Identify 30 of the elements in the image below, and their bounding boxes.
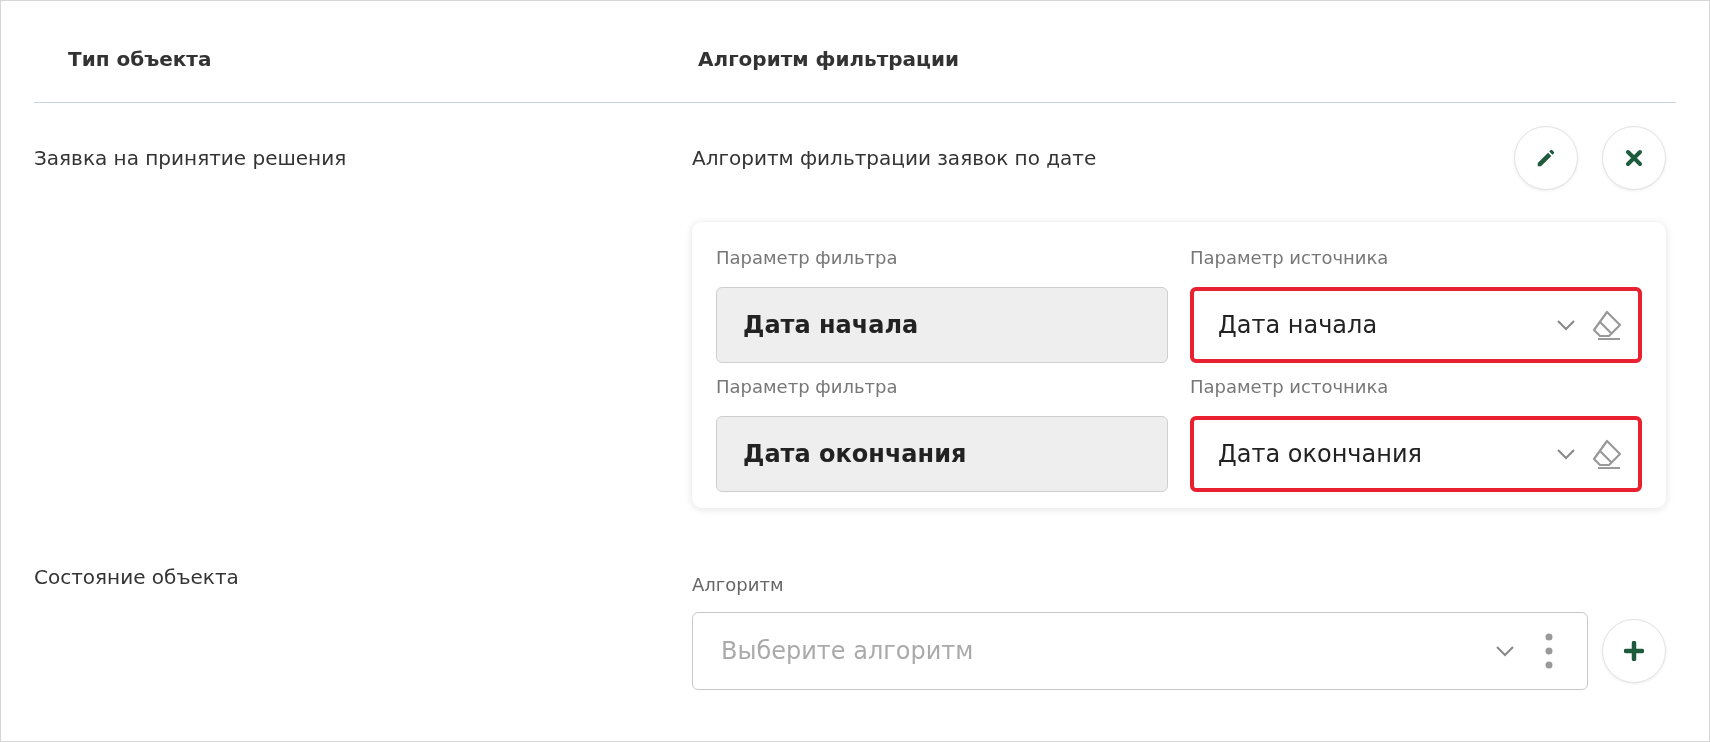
field-label: Параметр фильтра <box>716 246 899 270</box>
algorithm-select[interactable]: Выберите алгоритм <box>692 612 1588 690</box>
add-button[interactable] <box>1602 619 1666 683</box>
readonly-field: Дата начала <box>716 287 1168 363</box>
chevron-down-icon[interactable] <box>1495 645 1515 657</box>
field-value: Дата начала <box>1218 311 1378 339</box>
select-input[interactable]: Выберите алгоритм <box>719 636 1495 666</box>
column-header: Тип объекта <box>67 46 213 71</box>
field-label: Алгоритм <box>692 573 785 597</box>
select-field[interactable]: Дата начала <box>1190 287 1642 363</box>
readonly-field: Дата окончания <box>716 416 1168 492</box>
delete-button[interactable] <box>1602 126 1666 190</box>
pencil-icon <box>1535 147 1557 169</box>
eraser-icon[interactable] <box>1590 308 1624 342</box>
object-type: Состояние объекта <box>34 564 240 591</box>
edit-button[interactable] <box>1514 126 1578 190</box>
field-value: Дата окончания <box>1218 440 1422 468</box>
eraser-icon[interactable] <box>1590 437 1624 471</box>
plus-icon <box>1624 641 1644 661</box>
field-label: Параметр источника <box>1190 375 1390 399</box>
chevron-down-icon[interactable] <box>1556 448 1576 460</box>
chevron-down-icon[interactable] <box>1556 319 1576 331</box>
algorithm-name: Алгоритм фильтрации заявок по дате <box>692 145 1097 172</box>
field-label: Параметр источника <box>1190 246 1390 270</box>
more-icon[interactable] <box>1545 633 1553 669</box>
close-icon <box>1625 149 1643 167</box>
select-field[interactable]: Дата окончания <box>1190 416 1642 492</box>
column-header: Алгоритм фильтрации <box>697 46 960 71</box>
field-label: Параметр фильтра <box>716 375 899 399</box>
object-type: Заявка на принятие решения <box>34 145 348 172</box>
